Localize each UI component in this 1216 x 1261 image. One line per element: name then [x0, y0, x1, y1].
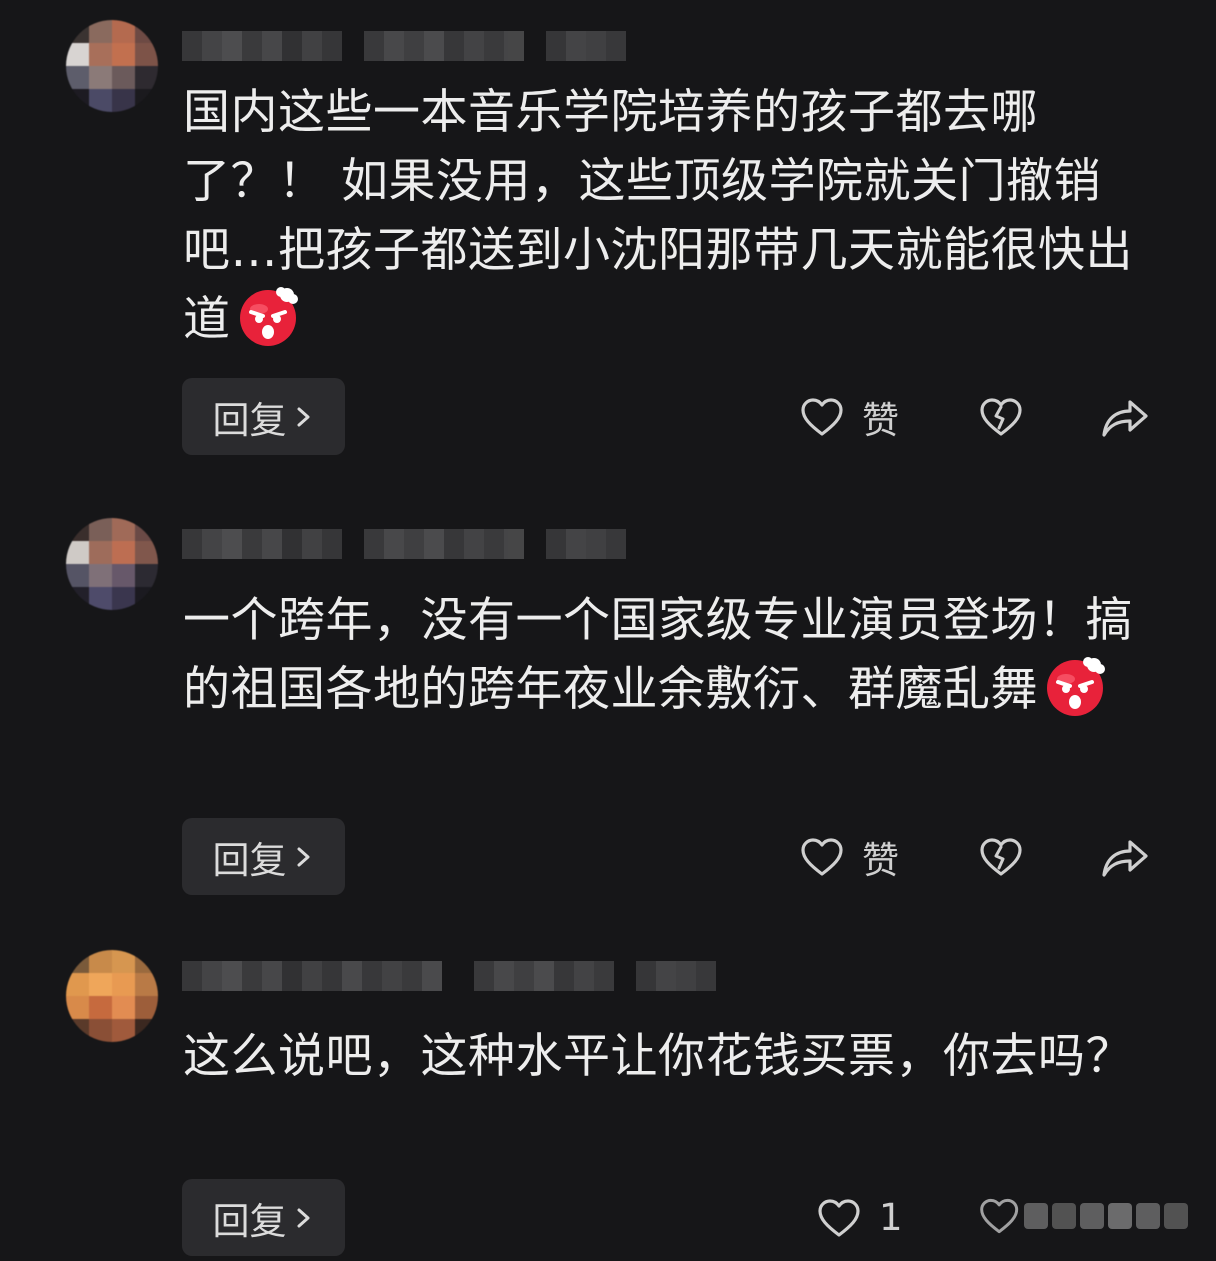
- heart-outline-icon: [818, 1198, 860, 1237]
- broken-heart-icon: [980, 837, 1022, 876]
- like-label: 赞: [862, 398, 899, 442]
- share-arrow-icon: [1102, 839, 1148, 877]
- comment-list: 国内这些一本音乐学院培养的孩子都去哪了？！ 如果没用，这些顶级学院就关门撤销吧……: [0, 0, 1216, 1261]
- like-count: 1: [879, 1196, 903, 1239]
- dislike-button[interactable]: [978, 378, 1024, 455]
- comment-body: 这么说吧，这种水平让你花钱买票，你去吗？: [183, 1029, 1133, 1084]
- avatar[interactable]: [66, 518, 158, 610]
- like-button[interactable]: 1: [817, 1179, 903, 1256]
- action-bar: 赞: [0, 378, 1216, 455]
- share-button[interactable]: [1100, 378, 1150, 455]
- comment-text: 这么说吧，这种水平让你花钱买票，你去吗？: [183, 1022, 1133, 1091]
- comment-text: 一个跨年，没有一个国家级专业演员登场！搞的祖国各地的跨年夜业余敷衍、群魔乱舞: [183, 586, 1133, 724]
- dislike-button[interactable]: [978, 818, 1024, 895]
- broken-heart-icon: [980, 397, 1022, 436]
- username-blurred[interactable]: [182, 960, 726, 992]
- watermark-logo: [978, 1193, 1188, 1239]
- comment-text: 国内这些一本音乐学院培养的孩子都去哪了？！ 如果没用，这些顶级学院就关门撤销吧……: [183, 78, 1133, 354]
- comment-body: 国内这些一本音乐学院培养的孩子都去哪了？！ 如果没用，这些顶级学院就关门撤销吧……: [183, 85, 1133, 347]
- avatar[interactable]: [66, 950, 158, 1042]
- like-button[interactable]: 赞: [800, 378, 899, 455]
- heart-outline-icon: [801, 837, 843, 876]
- angry-face-emoji: [1044, 655, 1106, 717]
- broken-heart-icon: [980, 1198, 1019, 1234]
- avatar[interactable]: [66, 20, 158, 112]
- share-button[interactable]: [1100, 818, 1150, 895]
- action-bar: 赞: [0, 818, 1216, 895]
- heart-outline-icon: [801, 397, 843, 436]
- comment-body: 一个跨年，没有一个国家级专业演员登场！搞的祖国各地的跨年夜业余敷衍、群魔乱舞: [183, 593, 1133, 717]
- username-blurred[interactable]: [182, 528, 636, 560]
- username-blurred[interactable]: [182, 30, 636, 62]
- like-label: 赞: [862, 838, 899, 882]
- share-arrow-icon: [1102, 399, 1148, 437]
- like-button[interactable]: 赞: [800, 818, 899, 895]
- angry-face-emoji: [237, 285, 299, 347]
